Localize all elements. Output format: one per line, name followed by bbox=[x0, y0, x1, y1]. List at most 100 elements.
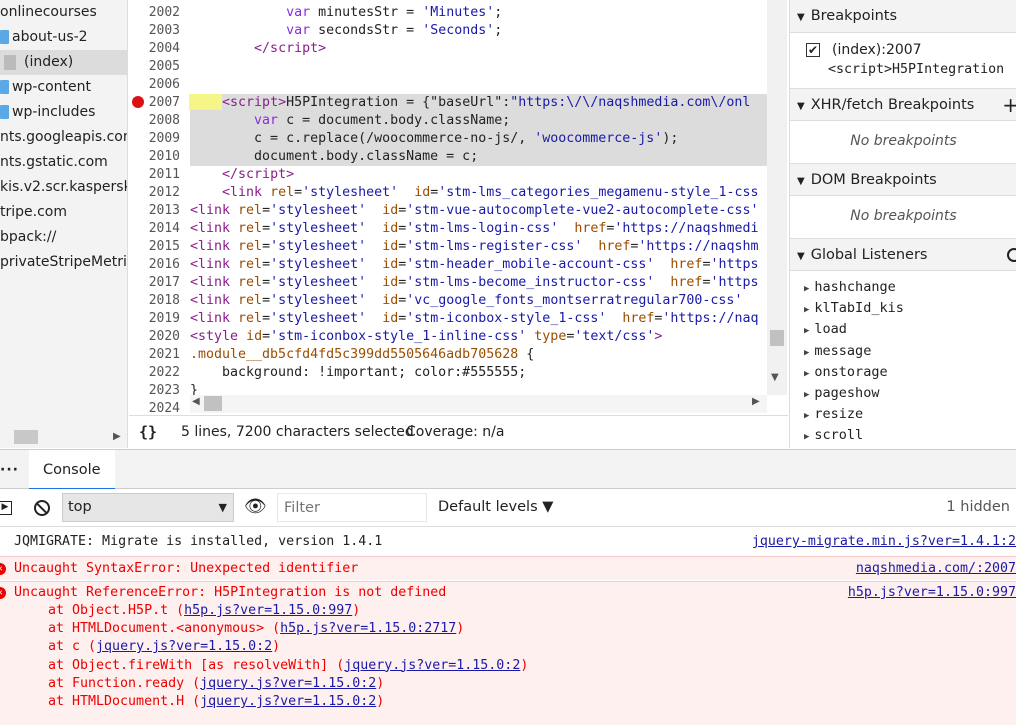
frame-source-link[interactable]: h5p.js?ver=1.15.0:2717 bbox=[280, 621, 456, 636]
line-number[interactable]: 2014 bbox=[129, 220, 180, 238]
message-source-link[interactable]: naqshmedia.com/:2007 bbox=[856, 557, 1016, 580]
refresh-icon[interactable] bbox=[1007, 248, 1016, 262]
nav-item[interactable]: kis.v2.scr.kaspersky- bbox=[0, 175, 127, 200]
code-line: <link rel='stylesheet' id='stm-lms-becom… bbox=[190, 275, 759, 290]
live-expression-eye-icon[interactable]: 👁 bbox=[244, 498, 267, 516]
scroll-left-arrow-icon[interactable]: ◀ bbox=[192, 396, 200, 407]
context-selector[interactable]: top ▼ bbox=[62, 493, 234, 522]
dom-section-header[interactable]: ▼ DOM Breakpoints bbox=[790, 163, 1016, 196]
show-sidebar-icon[interactable]: ▶ bbox=[0, 501, 12, 515]
nav-item[interactable]: wp-includes bbox=[0, 100, 95, 125]
message-source-link[interactable]: h5p.js?ver=1.15.0:997 bbox=[848, 585, 1016, 600]
frame-text: at HTMLDocument.H ( bbox=[48, 694, 201, 709]
breakpoint-checkbox[interactable]: ✔ bbox=[806, 43, 820, 57]
line-number[interactable]: 2009 bbox=[129, 130, 180, 148]
frame-source-link[interactable]: jquery.js?ver=1.15.0:2 bbox=[200, 676, 376, 691]
line-number[interactable]: 2015 bbox=[129, 238, 180, 256]
dom-title: DOM Breakpoints bbox=[810, 172, 937, 188]
listener-item[interactable]: ▶ onstorage bbox=[804, 364, 888, 380]
code-line: .module__db5cfd4fd5c399dd5505646adb70562… bbox=[190, 347, 535, 362]
pretty-print-icon[interactable]: {} bbox=[139, 416, 157, 449]
nav-item[interactable]: wp-content bbox=[0, 75, 91, 100]
line-number[interactable]: 2005 bbox=[129, 58, 180, 76]
code-line: var minutesStr = 'Minutes'; bbox=[286, 5, 503, 20]
console-message-log: JQMIGRATE: Migrate is installed, version… bbox=[0, 531, 1016, 553]
breakpoint-location[interactable]: (index):2007 bbox=[832, 42, 922, 58]
breakpoints-section-header[interactable]: ▼ Breakpoints bbox=[790, 0, 1016, 33]
frame-source-link[interactable]: jquery.js?ver=1.15.0:2 bbox=[200, 694, 376, 709]
stack-frame: at c (jquery.js?ver=1.15.0:2) bbox=[48, 639, 280, 654]
nav-item[interactable]: (index) bbox=[0, 50, 127, 75]
line-number[interactable]: 2008 bbox=[129, 112, 180, 130]
dom-empty-message: No breakpoints bbox=[850, 208, 957, 224]
line-number[interactable]: 2021 bbox=[129, 346, 180, 364]
line-number[interactable]: 2003 bbox=[129, 22, 180, 40]
filter-input[interactable] bbox=[277, 493, 427, 522]
line-number[interactable]: 2011 bbox=[129, 166, 180, 184]
editor-hscroll-thumb[interactable] bbox=[204, 396, 222, 411]
line-number[interactable]: 2023 bbox=[129, 382, 180, 400]
frame-text: at Function.ready ( bbox=[48, 675, 201, 691]
line-number[interactable]: 2010 bbox=[129, 148, 180, 166]
listener-item[interactable]: ▶ klTabId_kis bbox=[804, 300, 904, 316]
line-number[interactable]: 2002 bbox=[129, 4, 180, 22]
nav-item[interactable]: privateStripeMetrics( bbox=[0, 250, 127, 275]
log-levels-dropdown[interactable]: Default levels ▼ bbox=[438, 493, 553, 522]
line-number[interactable]: 2020 bbox=[129, 328, 180, 346]
frame-source-link[interactable]: jquery.js?ver=1.15.0:2 bbox=[344, 658, 520, 673]
code-line: var c = document.body.className; bbox=[254, 113, 511, 128]
line-number[interactable]: 2007 bbox=[129, 94, 180, 112]
global-listeners-header[interactable]: ▼ Global Listeners bbox=[790, 238, 1016, 271]
scroll-down-arrow-icon[interactable]: ▼ bbox=[771, 372, 779, 383]
line-number[interactable]: 2017 bbox=[129, 274, 180, 292]
editor-vscroll-thumb[interactable] bbox=[770, 330, 784, 346]
listener-item[interactable]: ▶ pageshow bbox=[804, 385, 879, 401]
code-line: document.body.className = c; bbox=[190, 149, 479, 164]
line-number[interactable]: 2018 bbox=[129, 292, 180, 310]
listener-item[interactable]: ▶ scroll bbox=[804, 427, 863, 443]
listener-item[interactable]: ▶ message bbox=[804, 343, 871, 359]
line-number[interactable]: 2024 bbox=[129, 400, 180, 414]
nav-item[interactable]: bpack:// bbox=[0, 225, 56, 250]
scroll-right-arrow-icon[interactable]: ▶ bbox=[752, 396, 760, 407]
editor-vertical-scrollbar[interactable]: ▼ bbox=[767, 0, 787, 395]
line-number[interactable]: 2019 bbox=[129, 310, 180, 328]
frame-text: at Object.fireWith [as resolveWith] ( bbox=[48, 657, 345, 673]
tab-console[interactable]: Console bbox=[29, 450, 115, 490]
code-line: var secondsStr = 'Seconds'; bbox=[286, 23, 503, 38]
nav-item[interactable]: tripe.com bbox=[0, 200, 67, 225]
line-number[interactable]: 2022 bbox=[129, 364, 180, 382]
frame-text-end: ) bbox=[352, 603, 361, 618]
line-number[interactable]: 2013 bbox=[129, 202, 180, 220]
expand-triangle-icon: ▶ bbox=[804, 411, 810, 422]
line-number[interactable]: 2012 bbox=[129, 184, 180, 202]
frame-source-link[interactable]: jquery.js?ver=1.15.0:2 bbox=[96, 639, 272, 654]
scroll-right-arrow-icon[interactable]: ▶ bbox=[113, 431, 121, 442]
frame-source-link[interactable]: h5p.js?ver=1.15.0:997 bbox=[184, 603, 352, 618]
code-line: <link rel='stylesheet' id='stm-lms-regis… bbox=[190, 239, 759, 254]
expand-triangle-icon: ▼ bbox=[797, 12, 805, 23]
drawer-tab-bar: ··· Console bbox=[0, 449, 1016, 490]
xhr-section-header[interactable]: ▼ XHR/fetch Breakpoints + bbox=[790, 88, 1016, 121]
nav-item[interactable]: about-us-2 bbox=[0, 25, 88, 50]
nav-item[interactable]: nts.googleapis.com bbox=[0, 125, 128, 150]
code-editor[interactable]: 2002 var minutesStr = 'Minutes'; 2003 var… bbox=[129, 0, 788, 414]
nav-item[interactable]: nts.gstatic.com bbox=[0, 150, 108, 175]
clear-console-icon[interactable] bbox=[34, 500, 50, 516]
listener-item[interactable]: ▶ hashchange bbox=[804, 279, 896, 295]
collapse-triangle-icon: ▼ bbox=[797, 101, 805, 112]
more-tools-icon[interactable]: ··· bbox=[0, 462, 19, 478]
editor-horizontal-scrollbar[interactable]: ◀ ▶ bbox=[190, 395, 767, 413]
nav-item-label: nts.googleapis.com bbox=[0, 129, 128, 145]
nav-item[interactable]: onlinecourses bbox=[0, 0, 97, 25]
line-number[interactable]: 2004 bbox=[129, 40, 180, 58]
line-number[interactable]: 2016 bbox=[129, 256, 180, 274]
listener-item[interactable]: ▶ resize bbox=[804, 406, 863, 422]
navigator-scrollbar-thumb[interactable] bbox=[14, 430, 38, 444]
listener-item[interactable]: ▶ load bbox=[804, 321, 847, 337]
nav-item-label: (index) bbox=[24, 54, 74, 70]
add-icon[interactable]: + bbox=[1002, 89, 1016, 122]
expand-triangle-icon: ▶ bbox=[804, 326, 810, 337]
line-number[interactable]: 2006 bbox=[129, 76, 180, 94]
message-source-link[interactable]: jquery-migrate.min.js?ver=1.4.1:2 bbox=[752, 531, 1016, 553]
